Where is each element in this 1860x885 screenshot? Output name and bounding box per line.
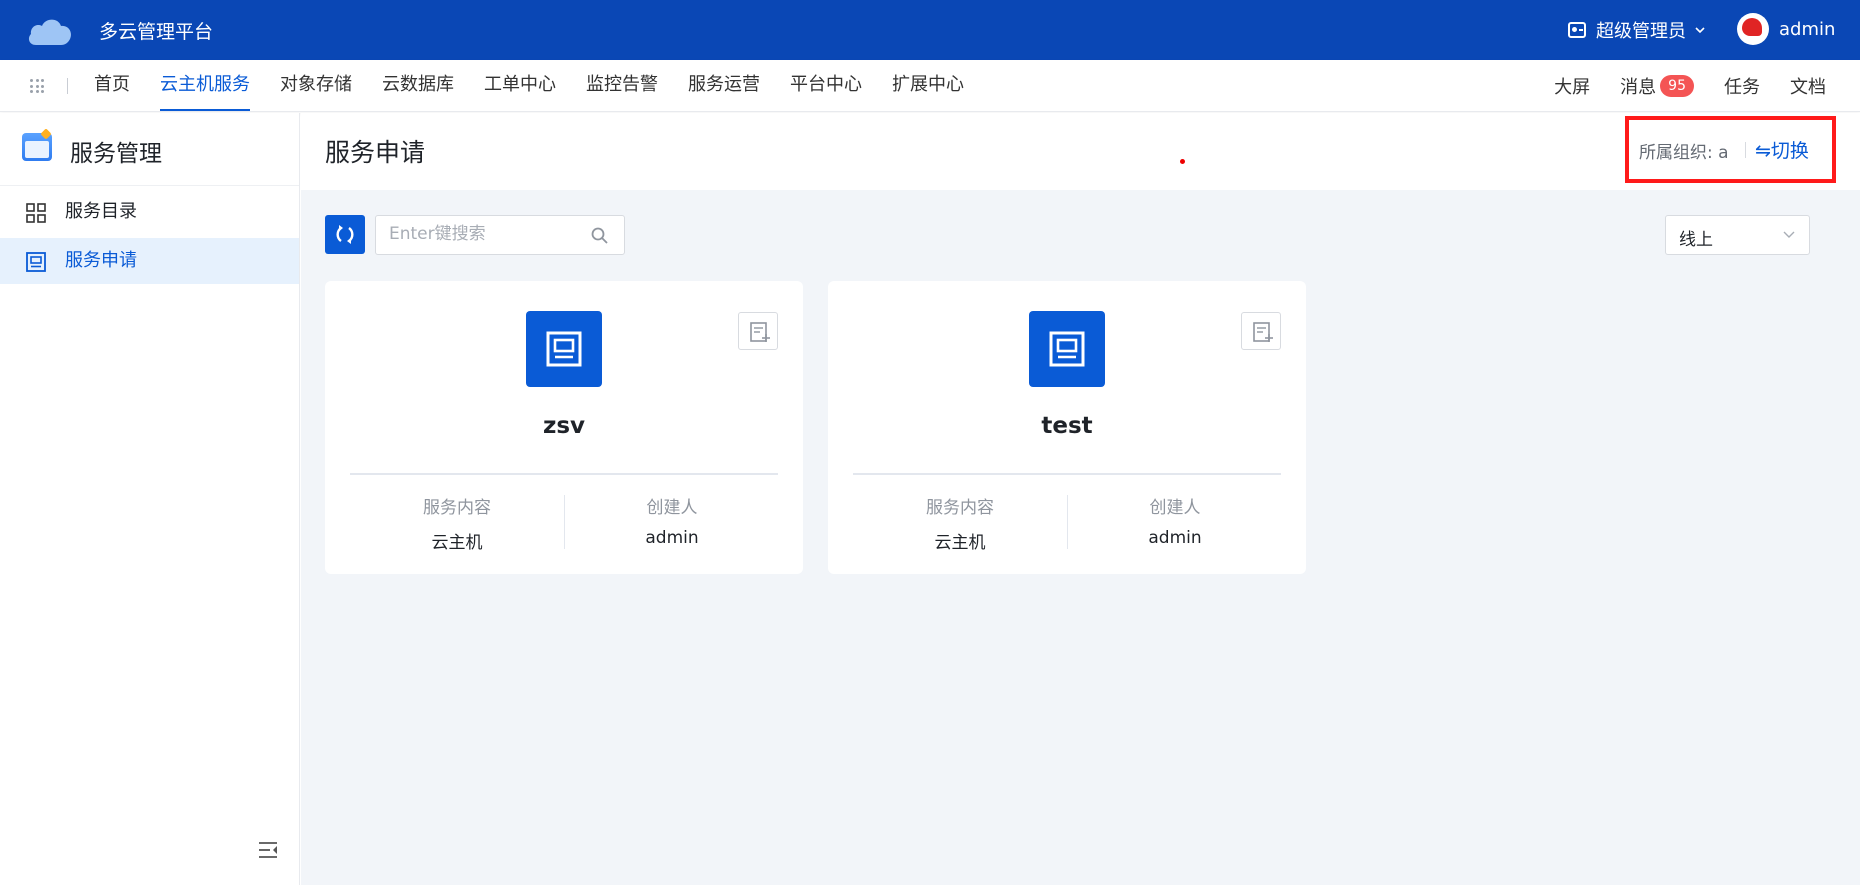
refresh-icon [336, 225, 354, 244]
grid-icon [26, 203, 46, 223]
service-content: 服务内容 云主机 [350, 493, 564, 553]
creator-value: admin [1148, 528, 1202, 548]
window-icon [546, 331, 582, 367]
sidebar-title: 服务管理 [70, 141, 162, 167]
service-content-label: 服务内容 [423, 498, 491, 518]
nav-item[interactable]: 监控告警 [586, 60, 658, 112]
nav-item[interactable]: 云主机服务 [160, 60, 250, 112]
org-divider [1745, 142, 1746, 158]
sidebar-header: 服务管理 [0, 113, 299, 186]
service-creator: 创建人 admin [1068, 493, 1282, 548]
nav-item[interactable]: 平台中心 [790, 60, 862, 112]
service-management-icon [22, 133, 52, 161]
nav-item[interactable]: 首页 [94, 60, 130, 112]
chevron-down-icon [1783, 231, 1795, 238]
apply-service-button[interactable] [738, 312, 778, 350]
nav-divider [67, 78, 68, 94]
sidebar-item-service-request[interactable]: 服务申请 [0, 238, 299, 284]
service-icon [526, 311, 602, 387]
main-content: 服务申请 所属组织: a ⇋切换 线上 [301, 113, 1860, 885]
form-add-icon [750, 322, 770, 342]
status-select-value: 线上 [1679, 230, 1713, 250]
sidebar-item-service-catalog[interactable]: 服务目录 [0, 189, 299, 235]
org-selector-highlight: 所属组织: a ⇋切换 [1625, 116, 1836, 183]
service-content-label: 服务内容 [926, 498, 994, 518]
page-header: 服务申请 所属组织: a ⇋切换 [301, 113, 1860, 190]
tasks-link[interactable]: 任务 [1724, 73, 1760, 99]
page-title: 服务申请 [325, 138, 426, 167]
service-name: zsv [542, 413, 586, 439]
service-icon [1029, 311, 1105, 387]
main-nav: 首页 云主机服务 对象存储 云数据库 工单中心 监控告警 服务运营 平台中心 扩展中心 大屏 消… [0, 60, 1860, 112]
service-content-value: 云主机 [431, 533, 483, 553]
nav-item[interactable]: 云数据库 [382, 60, 454, 112]
app-grid-icon[interactable] [30, 79, 44, 93]
nav-item[interactable]: 工单中心 [484, 60, 556, 112]
creator-label: 创建人 [646, 498, 698, 518]
service-content: 服务内容 云主机 [853, 493, 1067, 553]
role-switcher[interactable]: 超级管理员 [1568, 17, 1706, 43]
org-value: a [1718, 143, 1729, 163]
docs-link[interactable]: 文档 [1790, 73, 1826, 99]
search-icon[interactable] [591, 227, 608, 244]
nav-item[interactable]: 对象存储 [280, 60, 352, 112]
messages-link[interactable]: 消息 95 [1620, 73, 1694, 99]
creator-value: admin [645, 528, 699, 548]
search-box [375, 215, 625, 255]
service-name: test [1041, 413, 1093, 439]
service-creator: 创建人 admin [565, 493, 779, 548]
id-card-icon [1568, 22, 1586, 38]
sidebar: 服务管理 服务目录 服务申请 [0, 113, 300, 885]
sidebar-item-label: 服务申请 [65, 250, 137, 271]
cloud-logo-icon [28, 19, 71, 45]
org-label: 所属组织: a [1639, 143, 1729, 163]
role-label: 超级管理员 [1596, 21, 1686, 42]
nav-right: 大屏 消息 95 任务 文档 [1524, 60, 1826, 112]
refresh-button[interactable] [325, 215, 365, 254]
sidebar-item-label: 服务目录 [65, 201, 137, 222]
service-card[interactable]: zsv 服务内容 云主机 创建人 admin [325, 281, 803, 574]
cursor-dot [1180, 159, 1185, 164]
chevron-down-icon [1695, 27, 1705, 34]
user-menu[interactable]: admin [1737, 13, 1835, 45]
nav-item[interactable]: 扩展中心 [892, 60, 964, 112]
form-add-icon [1253, 322, 1273, 342]
creator-label: 创建人 [1149, 498, 1201, 518]
big-screen-link[interactable]: 大屏 [1554, 73, 1590, 99]
card-divider [853, 473, 1281, 475]
apply-service-button[interactable] [1241, 312, 1281, 350]
search-input[interactable] [389, 224, 579, 244]
nav-item[interactable]: 服务运营 [688, 60, 760, 112]
username: admin [1779, 18, 1836, 40]
app-title: 多云管理平台 [99, 21, 214, 43]
service-content-value: 云主机 [934, 533, 986, 553]
message-count-badge: 95 [1660, 75, 1694, 97]
status-select[interactable]: 线上 [1665, 215, 1810, 255]
window-icon [26, 252, 46, 272]
top-bar: 多云管理平台 超级管理员 admin [0, 0, 1860, 60]
service-card[interactable]: test 服务内容 云主机 创建人 admin [828, 281, 1306, 574]
card-divider [350, 473, 778, 475]
messages-label: 消息 [1620, 77, 1657, 98]
switch-org-button[interactable]: ⇋切换 [1755, 136, 1809, 163]
collapse-sidebar-icon[interactable] [258, 841, 278, 859]
window-icon [1049, 331, 1085, 367]
avatar [1737, 13, 1769, 45]
nav-items: 首页 云主机服务 对象存储 云数据库 工单中心 监控告警 服务运营 平台中心 扩展中心 [94, 60, 994, 112]
